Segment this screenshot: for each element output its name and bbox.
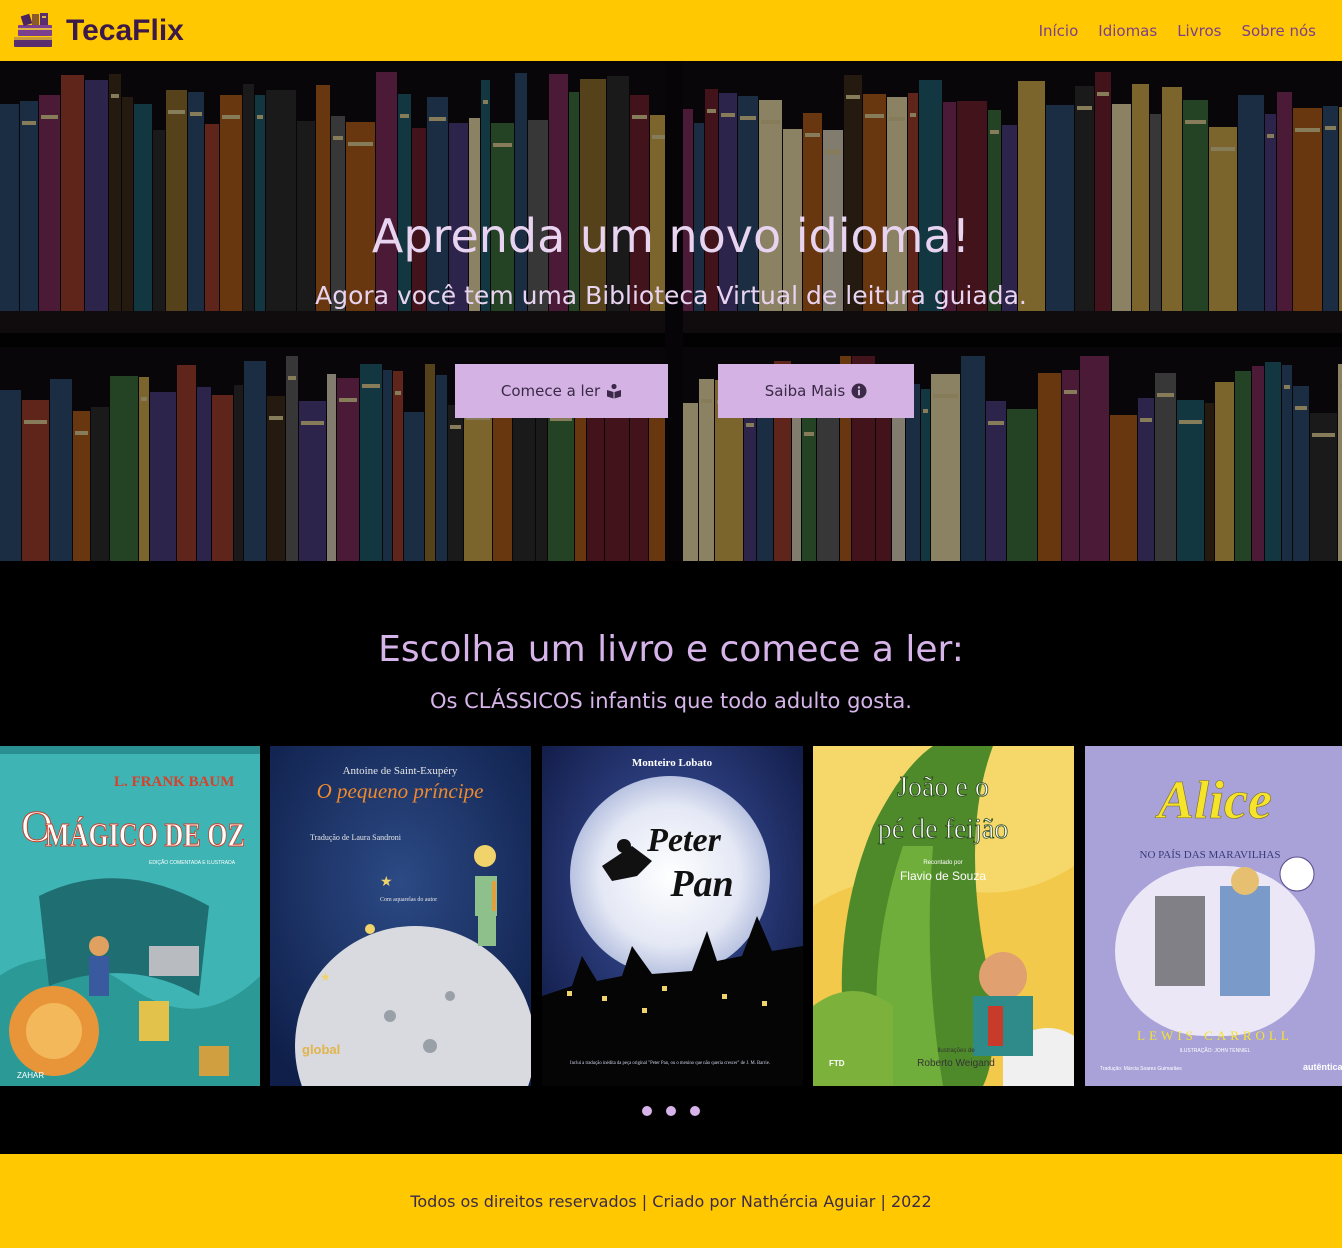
book-cover-peter-pan[interactable]: Monteiro Lobato Peter Pan Inclui a tradu…: [542, 746, 803, 1086]
book4-author-text: Flavio de Souza: [900, 869, 986, 883]
book4-retold-label: Recontado por: [923, 860, 962, 866]
book-cover-joao-e-o-pe-de-feijao[interactable]: João e o pé de feijão Recontado por Flav…: [813, 746, 1074, 1086]
book2-publisher-text: global: [302, 1042, 340, 1057]
nav-link-inicio[interactable]: Início: [1039, 22, 1079, 40]
book3-author-text: Monteiro Lobato: [632, 757, 713, 769]
carousel-dot-1[interactable]: [642, 1106, 652, 1116]
book4-title-line1: João e o: [897, 772, 989, 803]
carousel-indicators: [0, 1106, 1342, 1116]
info-circle-icon: [851, 383, 867, 399]
book1-title-text: MÁGICO DE OZ: [45, 817, 245, 854]
books-stack-icon: [14, 12, 52, 47]
book-cover-pequeno-principe[interactable]: ★ ★ Antoine de Saint-Exupéry O pequeno p…: [270, 746, 531, 1086]
navbar: TecaFlix Início Idiomas Livros Sobre nós: [0, 0, 1342, 61]
nav-links: Início Idiomas Livros Sobre nós: [1039, 22, 1316, 40]
book5-translator-text: Tradução: Márcia Soares Guimarães: [1100, 1066, 1182, 1072]
brand-link[interactable]: TecaFlix: [12, 11, 184, 51]
books-section-title: Escolha um livro e comece a ler:: [378, 629, 964, 670]
svg-text:★: ★: [380, 874, 393, 890]
footer: Todos os direitos reservados | Criado po…: [0, 1154, 1342, 1248]
books-section-subtitle: Os CLÁSSICOS infantis que todo adulto go…: [430, 689, 912, 713]
alice-cover-art: Alice NO PAÍS DAS MARAVILHAS LEWIS CARRO…: [1085, 746, 1342, 1086]
book2-note-text: Com aquarelas do autor: [380, 897, 437, 903]
footer-copyright: Todos os direitos reservados | Criado po…: [410, 1191, 932, 1211]
pequeno-principe-cover-art: ★ ★ Antoine de Saint-Exupéry O pequeno p…: [270, 746, 531, 1086]
joao-pe-de-feijao-cover-art: João e o pé de feijão Recontado por Flav…: [813, 746, 1074, 1086]
svg-text:★: ★: [320, 970, 331, 984]
book5-subtitle-text: NO PAÍS DAS MARAVILHAS: [1140, 849, 1281, 861]
start-reading-label: Comece a ler: [500, 382, 601, 400]
hero-overlay: [0, 61, 1342, 561]
hero-banner: Aprenda um novo idioma! Agora você tem u…: [0, 61, 1342, 561]
book5-author-text: LEWIS CARROLL: [1137, 1028, 1293, 1043]
book5-title-text: Alice: [1155, 770, 1272, 830]
nav-link-livros[interactable]: Livros: [1177, 22, 1221, 40]
book3-footnote-text: Inclui a tradução inédita da peça origin…: [570, 1061, 770, 1066]
book3-title-line2: Pan: [669, 863, 733, 905]
nav-link-idiomas[interactable]: Idiomas: [1098, 22, 1157, 40]
book-cover-alice[interactable]: Alice NO PAÍS DAS MARAVILHAS LEWIS CARRO…: [1085, 746, 1342, 1086]
hero-subtitle: Agora você tem uma Biblioteca Virtual de…: [315, 281, 1027, 310]
books-carousel: O L. FRANK BAUM MÁGICO DE OZ EDIÇÃO COME…: [0, 746, 1342, 1086]
hero-title: Aprenda um novo idioma!: [371, 209, 971, 263]
book5-publisher-text: autêntica: [1303, 1062, 1342, 1072]
book4-illustrator-label: Ilustrações de: [937, 1048, 975, 1054]
nav-link-sobre-nos[interactable]: Sobre nós: [1241, 22, 1316, 40]
book4-title-line2: pé de feijão: [878, 814, 1009, 845]
book4-illustrator-text: Roberto Weigand: [917, 1058, 995, 1069]
book2-translator-text: Tradução de Laura Sandroni: [310, 833, 402, 842]
start-reading-button[interactable]: Comece a ler: [455, 364, 668, 418]
magico-de-oz-cover-art: O L. FRANK BAUM MÁGICO DE OZ EDIÇÃO COME…: [0, 746, 260, 1086]
book2-title-text: O pequeno príncipe: [317, 779, 484, 803]
book2-author-text: Antoine de Saint-Exupéry: [343, 765, 458, 777]
book5-illustrator-text: ILUSTRAÇÃO: JOHN TENNIEL: [1180, 1047, 1251, 1054]
carousel-dot-3[interactable]: [690, 1106, 700, 1116]
book3-title-line1: Peter: [646, 822, 721, 859]
books-section: Escolha um livro e comece a ler: Os CLÁS…: [0, 561, 1342, 1154]
peter-pan-cover-art: Monteiro Lobato Peter Pan Inclui a tradu…: [542, 746, 803, 1086]
book-cover-magico-de-oz[interactable]: O L. FRANK BAUM MÁGICO DE OZ EDIÇÃO COME…: [0, 746, 260, 1086]
book1-publisher-text: ZAHAR: [17, 1071, 44, 1080]
book-reader-icon: [607, 383, 622, 399]
brand-name: TecaFlix: [66, 13, 184, 47]
book1-author-text: L. FRANK BAUM: [114, 774, 234, 790]
book1-edition-text: EDIÇÃO COMENTADA E ILUSTRADA: [149, 859, 236, 866]
carousel-dot-2[interactable]: [666, 1106, 676, 1116]
book4-publisher-text: FTD: [829, 1059, 845, 1068]
learn-more-button[interactable]: Saiba Mais: [718, 364, 914, 418]
learn-more-label: Saiba Mais: [764, 382, 846, 400]
